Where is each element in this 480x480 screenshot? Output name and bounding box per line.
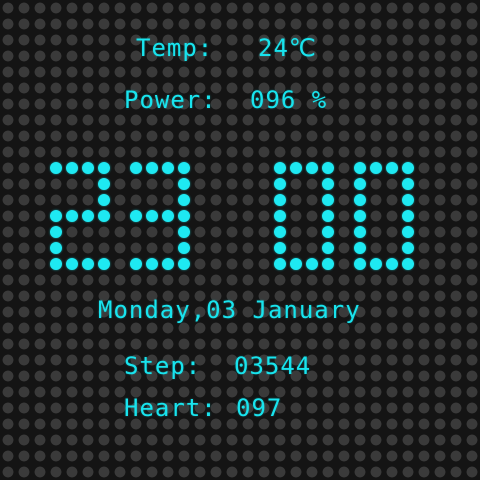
time-digit-dot: [402, 210, 414, 222]
step-value: 03544: [234, 352, 312, 380]
time-digit-dot: [354, 194, 366, 206]
time-digit-dot: [178, 226, 190, 238]
time-digit-dot: [370, 258, 382, 270]
time-digit-dot: [274, 194, 286, 206]
time-digit-dot: [354, 226, 366, 238]
time-digit-dot: [306, 258, 318, 270]
time-digit-dot: [402, 178, 414, 190]
time-digit-dot: [130, 258, 142, 270]
time-digit-dot: [306, 162, 318, 174]
time-digit-dot: [290, 162, 302, 174]
time-digit-dot: [402, 258, 414, 270]
time-digit-dot: [50, 210, 62, 222]
time-digit-dot: [274, 178, 286, 190]
time-digit-dot: [98, 258, 110, 270]
time-digit-dot: [274, 162, 286, 174]
watch-face: Temp: 24℃ Power: 096 % Monday,03 January…: [0, 0, 480, 480]
time-digit-dot: [322, 162, 334, 174]
time-digit-dot: [50, 242, 62, 254]
time-digit-dot: [370, 162, 382, 174]
time-digit-dot: [66, 162, 78, 174]
time-digit-dot: [98, 194, 110, 206]
time-digit-dot: [354, 258, 366, 270]
time-digit-dot: [130, 162, 142, 174]
time-digit-dot: [322, 178, 334, 190]
time-digit-dot: [162, 162, 174, 174]
time-digit-dot: [82, 162, 94, 174]
time-digit-dot: [178, 210, 190, 222]
time-digit-dot: [322, 242, 334, 254]
heart-rate-label: Heart:: [124, 394, 217, 422]
time-digit-dot: [178, 258, 190, 270]
time-digit-dot: [322, 194, 334, 206]
time-digit-dot: [178, 162, 190, 174]
time-digit-dot: [354, 162, 366, 174]
time-digit-dot: [178, 194, 190, 206]
time-digit-dot: [130, 210, 142, 222]
time-digit-dot: [178, 242, 190, 254]
time-digit-dot: [146, 162, 158, 174]
step-label: Step:: [124, 352, 202, 380]
time-digit-dot: [322, 226, 334, 238]
time-digit-dot: [50, 162, 62, 174]
time-digit-dot: [162, 210, 174, 222]
time-digit-dot: [386, 162, 398, 174]
time-digit-dot: [50, 226, 62, 238]
time-digit-dot: [354, 178, 366, 190]
time-digit-dot: [354, 242, 366, 254]
time-digit-dot: [322, 258, 334, 270]
time-digit-dot: [98, 210, 110, 222]
time-digit-dot: [50, 258, 62, 270]
time-digit-dot: [66, 258, 78, 270]
time-digit-dot: [162, 258, 174, 270]
time-digit-dot: [98, 162, 110, 174]
time-digit-dot: [98, 178, 110, 190]
time-digit-dot: [274, 258, 286, 270]
time-digit-dot: [386, 258, 398, 270]
time-digit-dot: [274, 210, 286, 222]
date-text: Monday,03 January: [98, 296, 361, 324]
time-digit-dot: [322, 210, 334, 222]
time-digit-dot: [66, 210, 78, 222]
time-digit-dot: [82, 210, 94, 222]
time-digit-dot: [274, 226, 286, 238]
time-digit-dot: [402, 194, 414, 206]
time-digit-dot: [146, 258, 158, 270]
time-digit-dot: [178, 178, 190, 190]
time-digit-dot: [354, 210, 366, 222]
time-digit-dot: [290, 258, 302, 270]
time-digit-dot: [402, 242, 414, 254]
time-digit-dot: [82, 258, 94, 270]
time-digit-dot: [274, 242, 286, 254]
time-digit-dot: [402, 226, 414, 238]
time-digit-dot: [402, 162, 414, 174]
heart-rate-value: 097: [236, 394, 283, 422]
time-digit-dot: [146, 210, 158, 222]
